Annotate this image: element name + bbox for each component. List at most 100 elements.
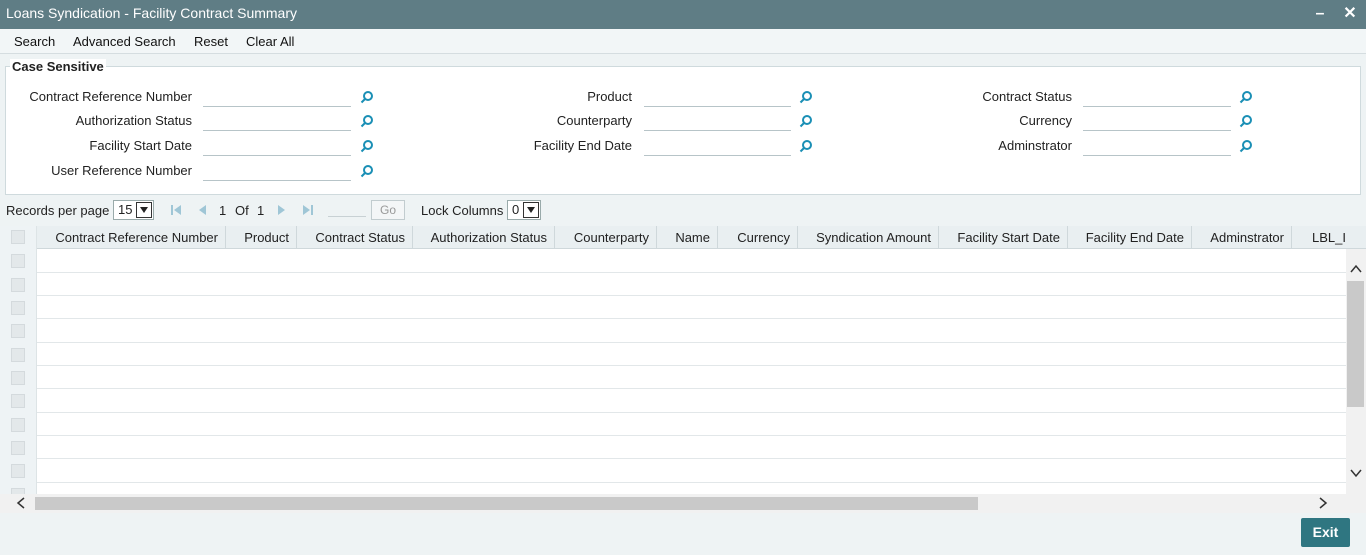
scroll-right-icon[interactable] — [1317, 497, 1329, 509]
lock-columns-value: 0 — [512, 202, 520, 217]
grid-header: Contract Reference Number Product Contra… — [0, 226, 1366, 249]
column-header-authorization-status[interactable]: Authorization Status — [413, 226, 555, 249]
first-page-icon[interactable] — [170, 204, 182, 216]
select-all-checkbox[interactable] — [11, 230, 25, 244]
table-row[interactable] — [37, 435, 1346, 436]
exit-button[interactable]: Exit — [1301, 518, 1350, 547]
records-per-page-select[interactable]: 15 — [113, 200, 154, 220]
window-title: Loans Syndication - Facility Contract Su… — [6, 5, 297, 21]
product-input[interactable] — [644, 87, 791, 107]
row-checkbox[interactable] — [11, 441, 25, 455]
column-header-syndication-amount[interactable]: Syndication Amount — [798, 226, 939, 249]
counterparty-label: Counterparty — [556, 113, 632, 128]
row-checkbox[interactable] — [11, 394, 25, 408]
counterparty-search-icon[interactable] — [799, 114, 813, 128]
row-checkbox[interactable] — [11, 301, 25, 315]
reset-button[interactable]: Reset — [194, 34, 228, 49]
table-row[interactable] — [37, 295, 1346, 296]
user-reference-number-search-icon[interactable] — [360, 164, 374, 178]
table-row[interactable] — [37, 365, 1346, 366]
contract-status-input[interactable] — [1083, 87, 1231, 107]
window-titlebar: Loans Syndication - Facility Contract Su… — [0, 0, 1366, 29]
adminstrator-search-icon[interactable] — [1239, 139, 1253, 153]
contract-reference-number-input[interactable] — [203, 87, 351, 107]
table-row[interactable] — [37, 482, 1346, 483]
records-per-page-value: 15 — [118, 202, 133, 217]
column-header-facility-start-date[interactable]: Facility Start Date — [939, 226, 1068, 249]
contract-reference-number-label: Contract Reference Number — [29, 89, 192, 104]
scroll-down-icon[interactable] — [1350, 467, 1362, 479]
currency-input[interactable] — [1083, 111, 1231, 131]
last-page-icon[interactable] — [302, 204, 314, 216]
case-sensitive-legend: Case Sensitive — [10, 59, 106, 74]
scroll-left-icon[interactable] — [15, 497, 27, 509]
row-checkbox[interactable] — [11, 464, 25, 478]
horizontal-scroll-thumb[interactable] — [35, 497, 978, 510]
table-row[interactable] — [37, 388, 1346, 389]
column-header-product[interactable]: Product — [226, 226, 297, 249]
go-button[interactable]: Go — [371, 200, 405, 220]
facility-end-date-input[interactable] — [644, 136, 791, 156]
of-label: Of — [235, 203, 249, 218]
column-header-lbl[interactable]: LBL_I — [1292, 226, 1346, 249]
clear-all-button[interactable]: Clear All — [246, 34, 294, 49]
authorization-status-search-icon[interactable] — [360, 114, 374, 128]
lock-columns-select[interactable]: 0 — [507, 200, 541, 220]
currency-search-icon[interactable] — [1239, 114, 1253, 128]
table-row[interactable] — [37, 342, 1346, 343]
contract-status-label: Contract Status — [982, 89, 1072, 104]
table-row[interactable] — [37, 458, 1346, 459]
facility-start-date-search-icon[interactable] — [360, 139, 374, 153]
column-header-facility-end-date[interactable]: Facility End Date — [1068, 226, 1192, 249]
pagination-bar: Records per page 15 1 Of 1 Lock Columns … — [0, 198, 1366, 223]
row-checkbox[interactable] — [11, 371, 25, 385]
product-label: Product — [587, 89, 632, 104]
close-icon[interactable]: ✕ — [1340, 4, 1360, 24]
column-header-name[interactable]: Name — [657, 226, 718, 249]
vertical-scroll-thumb[interactable] — [1347, 281, 1364, 407]
column-header-adminstrator[interactable]: Adminstrator — [1192, 226, 1292, 249]
facility-end-date-search-icon[interactable] — [799, 139, 813, 153]
contract-reference-number-search-icon[interactable] — [360, 90, 374, 104]
adminstrator-label: Adminstrator — [998, 138, 1072, 153]
chevron-down-icon — [523, 202, 539, 218]
vertical-scrollbar[interactable] — [1346, 249, 1366, 513]
row-checkbox[interactable] — [11, 324, 25, 338]
chevron-down-icon — [136, 202, 152, 218]
next-page-icon[interactable] — [276, 204, 288, 216]
authorization-status-label: Authorization Status — [75, 113, 192, 128]
column-header-currency[interactable]: Currency — [718, 226, 798, 249]
column-header-counterparty[interactable]: Counterparty — [555, 226, 657, 249]
column-header-contract-reference-number[interactable]: Contract Reference Number — [37, 226, 226, 249]
row-checkbox[interactable] — [11, 278, 25, 292]
counterparty-input[interactable] — [644, 111, 791, 131]
contract-status-search-icon[interactable] — [1239, 90, 1253, 104]
horizontal-scrollbar[interactable] — [0, 494, 1346, 513]
currency-label: Currency — [1019, 113, 1072, 128]
page-number-input[interactable] — [328, 216, 366, 217]
table-row[interactable] — [37, 412, 1346, 413]
scroll-up-icon[interactable] — [1350, 263, 1362, 275]
previous-page-icon[interactable] — [196, 204, 208, 216]
table-row[interactable] — [37, 272, 1346, 273]
user-reference-number-input[interactable] — [203, 161, 351, 181]
facility-start-date-input[interactable] — [203, 136, 351, 156]
adminstrator-input[interactable] — [1083, 136, 1231, 156]
toolbar: Search Advanced Search Reset Clear All — [0, 29, 1366, 54]
records-per-page-label: Records per page — [6, 203, 110, 218]
row-checkbox[interactable] — [11, 348, 25, 362]
table-row[interactable] — [37, 318, 1346, 319]
search-button[interactable]: Search — [14, 34, 55, 49]
row-checkbox[interactable] — [11, 418, 25, 432]
advanced-search-button[interactable]: Advanced Search — [73, 34, 176, 49]
minimize-icon[interactable]: – — [1310, 4, 1330, 24]
column-header-contract-status[interactable]: Contract Status — [297, 226, 413, 249]
results-grid: Contract Reference Number Product Contra… — [0, 226, 1366, 513]
facility-end-date-label: Facility End Date — [533, 138, 632, 153]
current-page: 1 — [219, 203, 227, 218]
authorization-status-input[interactable] — [203, 111, 351, 131]
row-checkbox[interactable] — [11, 254, 25, 268]
product-search-icon[interactable] — [799, 90, 813, 104]
user-reference-number-label: User Reference Number — [51, 163, 192, 178]
facility-start-date-label: Facility Start Date — [89, 138, 192, 153]
